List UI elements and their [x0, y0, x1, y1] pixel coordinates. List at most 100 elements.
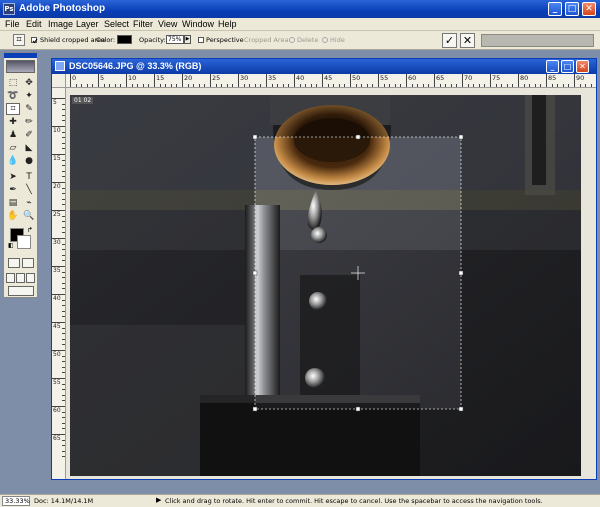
ruler-minor-tick	[473, 84, 475, 87]
menu-select[interactable]: Select	[104, 19, 129, 29]
toolbox-grip[interactable]	[4, 53, 37, 58]
line-tool-icon[interactable]: ╲	[22, 184, 36, 196]
dodge-tool-icon[interactable]: ●	[22, 155, 36, 167]
swap-colors-icon[interactable]: ↱	[27, 226, 33, 234]
default-colors-icon[interactable]: ◧	[8, 242, 14, 249]
shield-checkbox[interactable]	[31, 37, 38, 44]
toolbox-logo[interactable]	[6, 60, 35, 73]
ruler-minor-tick	[333, 84, 335, 87]
opacity-input[interactable]: 75%	[166, 35, 184, 44]
maximize-button[interactable]: □	[565, 2, 579, 16]
menu-filter[interactable]: Filter	[133, 19, 153, 29]
menu-help[interactable]: Help	[218, 19, 237, 29]
ruler-minor-tick	[62, 344, 65, 346]
notes-tool-icon[interactable]: ▤	[6, 197, 20, 209]
ruler-label: 55	[380, 74, 389, 82]
horizontal-ruler[interactable]: 0 5 10 15 20 25 30 35 40 45 50 55 60 65 70 75 80 85 90	[66, 74, 596, 88]
ruler-minor-tick	[282, 84, 284, 87]
eraser-tool-icon[interactable]: ▱	[6, 142, 20, 154]
history-brush-tool-icon[interactable]: ✐	[22, 129, 36, 141]
opacity-dropdown-button[interactable]: ▶	[184, 35, 191, 44]
hide-radio[interactable]	[322, 37, 328, 43]
photo-faucet-drops	[70, 95, 581, 476]
ruler-minor-tick	[394, 84, 396, 87]
screen-mode-standard-icon[interactable]	[6, 273, 15, 283]
options-bar: ⌗ Shield cropped area Color: Opacity: 75…	[0, 31, 600, 50]
eyedropper-tool-icon[interactable]: ⌁	[22, 197, 36, 209]
doc-minimize-button[interactable]: _	[546, 60, 559, 73]
doc-close-button[interactable]: ✕	[576, 60, 589, 73]
ruler-tick	[490, 74, 491, 87]
ruler-label: 25	[212, 74, 221, 82]
slice-tool-icon[interactable]: ✎	[22, 103, 36, 115]
path-selection-tool-icon[interactable]: ➤	[6, 171, 20, 183]
magic-wand-tool-icon[interactable]: ✦	[22, 90, 36, 102]
ruler-label: 70	[464, 74, 473, 82]
ruler-origin[interactable]	[52, 74, 66, 88]
ruler-label: 55	[53, 379, 61, 386]
menu-view[interactable]: View	[158, 19, 177, 29]
doc-maximize-button[interactable]: □	[561, 60, 574, 73]
opacity-label: Opacity:	[139, 36, 166, 44]
background-color-swatch[interactable]	[17, 235, 31, 249]
perspective-checkbox[interactable]	[198, 37, 204, 43]
ruler-minor-tick	[159, 84, 161, 87]
paint-bucket-tool-icon[interactable]: ◣	[22, 142, 36, 154]
ruler-minor-tick	[62, 254, 65, 256]
crop-tool-preset-button[interactable]: ⌗	[13, 34, 25, 46]
palette-well[interactable]	[481, 34, 594, 47]
zoom-level-field[interactable]: 33.33%	[2, 496, 30, 506]
jump-to-imageready-icon[interactable]	[8, 286, 34, 296]
brush-tool-icon[interactable]: ✏	[22, 116, 36, 128]
commit-button[interactable]: ✓	[442, 33, 457, 48]
move-tool-icon[interactable]: ✥	[22, 77, 36, 89]
ruler-minor-tick	[243, 84, 245, 87]
document-title-bar[interactable]: DSC05646.JPG @ 33.3% (RGB) _ □ ✕	[52, 59, 596, 74]
menu-edit[interactable]: Edit	[26, 19, 42, 29]
minimize-icon: _	[550, 62, 555, 71]
clone-stamp-tool-icon[interactable]: ♟	[6, 129, 20, 141]
screen-mode-fullmenu-icon[interactable]	[16, 273, 25, 283]
minimize-button[interactable]: _	[548, 2, 562, 16]
ruler-minor-tick	[305, 84, 307, 87]
marquee-tool-icon[interactable]: ⬚	[6, 77, 20, 89]
healing-brush-tool-icon[interactable]: ✚	[6, 116, 20, 128]
menu-image[interactable]: Image	[48, 19, 73, 29]
status-menu-arrow-icon[interactable]: ▶	[156, 496, 161, 504]
ruler-tick	[322, 74, 323, 87]
standard-mode-icon[interactable]	[8, 258, 20, 268]
ruler-minor-tick	[338, 84, 340, 87]
lasso-tool-icon[interactable]: ➰	[6, 90, 20, 102]
shield-color-swatch[interactable]	[117, 35, 132, 44]
ruler-minor-tick	[467, 84, 469, 87]
ruler-tick	[154, 74, 155, 87]
ruler-tick	[350, 74, 351, 87]
ruler-minor-tick	[176, 84, 178, 87]
ruler-minor-tick	[254, 84, 256, 87]
pen-tool-icon[interactable]: ✒	[6, 184, 20, 196]
menu-layer[interactable]: Layer	[76, 19, 99, 29]
image-canvas[interactable]: 01 02	[70, 95, 581, 476]
ruler-label: 30	[53, 239, 61, 246]
vertical-ruler[interactable]: 5 10 15 20 25 30 35 40 45 50 55 60 65	[52, 88, 66, 479]
delete-radio[interactable]	[289, 37, 295, 43]
crop-tool-icon[interactable]: ⌗	[6, 103, 20, 115]
type-tool-icon[interactable]: T	[22, 171, 36, 183]
ruler-minor-tick	[529, 84, 531, 87]
menu-window[interactable]: Window	[182, 19, 214, 29]
ruler-tick	[434, 74, 435, 87]
ruler-label: 60	[53, 407, 61, 414]
hand-tool-icon[interactable]: ✋	[6, 210, 20, 222]
cancel-crop-button[interactable]: ✕	[460, 33, 475, 48]
zoom-tool-icon[interactable]: 🔍	[22, 210, 36, 222]
quick-mask-mode-icon[interactable]	[22, 258, 34, 268]
screen-mode-full-icon[interactable]	[26, 273, 35, 283]
menu-file[interactable]: File	[5, 19, 20, 29]
ruler-minor-tick	[62, 450, 65, 452]
ruler-tick	[406, 74, 407, 87]
close-button[interactable]: ✕	[582, 2, 596, 16]
ruler-label: 90	[576, 74, 585, 82]
ruler-label: 20	[184, 74, 193, 82]
document-window: DSC05646.JPG @ 33.3% (RGB) _ □ ✕ 0 5 10 15 2…	[51, 58, 597, 480]
blur-tool-icon[interactable]: 💧	[6, 155, 20, 167]
